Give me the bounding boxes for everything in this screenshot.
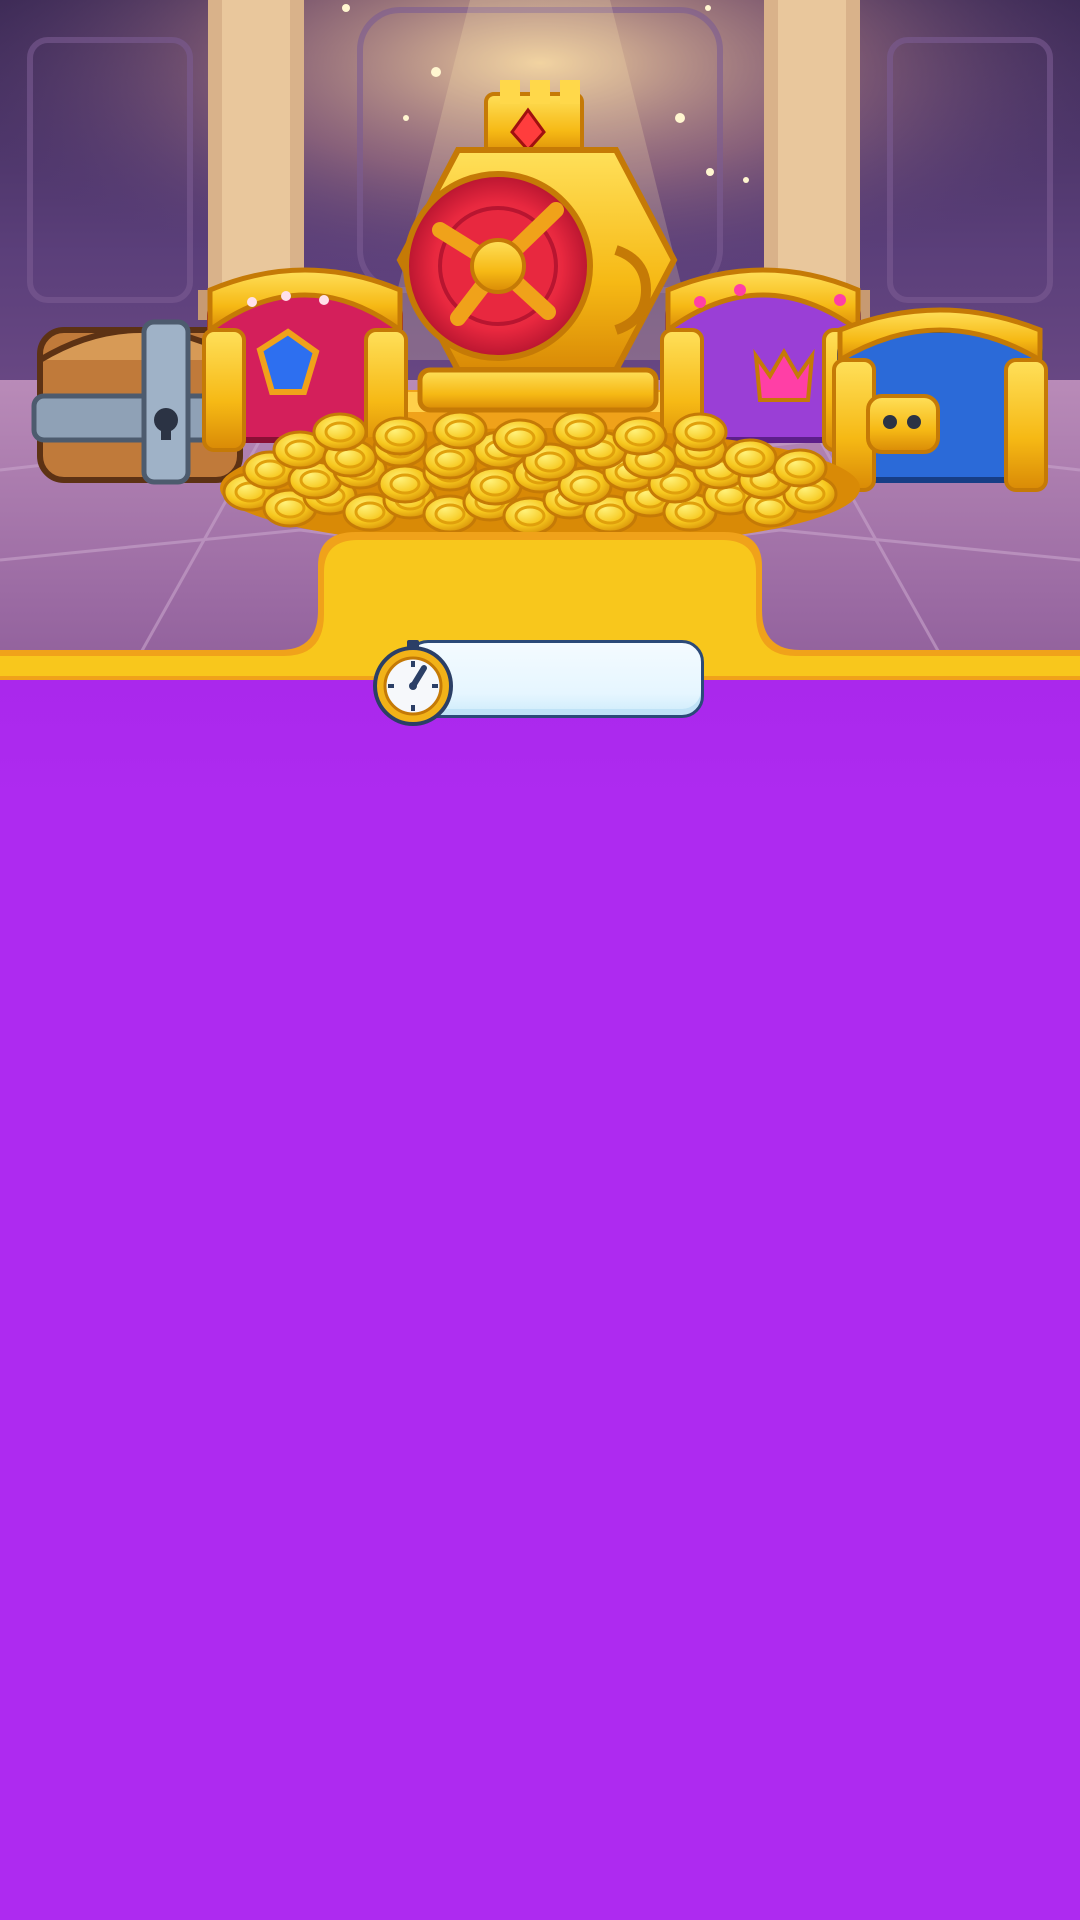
coin [492,418,548,458]
coin [722,438,778,478]
ruby-chest-icon [202,267,408,452]
treasure-room-banner [0,0,1080,690]
coin [552,410,608,450]
coin [672,412,728,452]
event-timer [370,638,708,726]
coin [372,416,428,456]
game-screen [0,0,1080,1920]
content-panel [0,680,1080,1920]
timer-value [466,658,686,702]
stopwatch-icon [373,640,453,726]
coin [772,448,828,488]
blue-chest-icon [832,307,1048,492]
coin [312,412,368,452]
coin [612,416,668,456]
coin [432,410,488,450]
